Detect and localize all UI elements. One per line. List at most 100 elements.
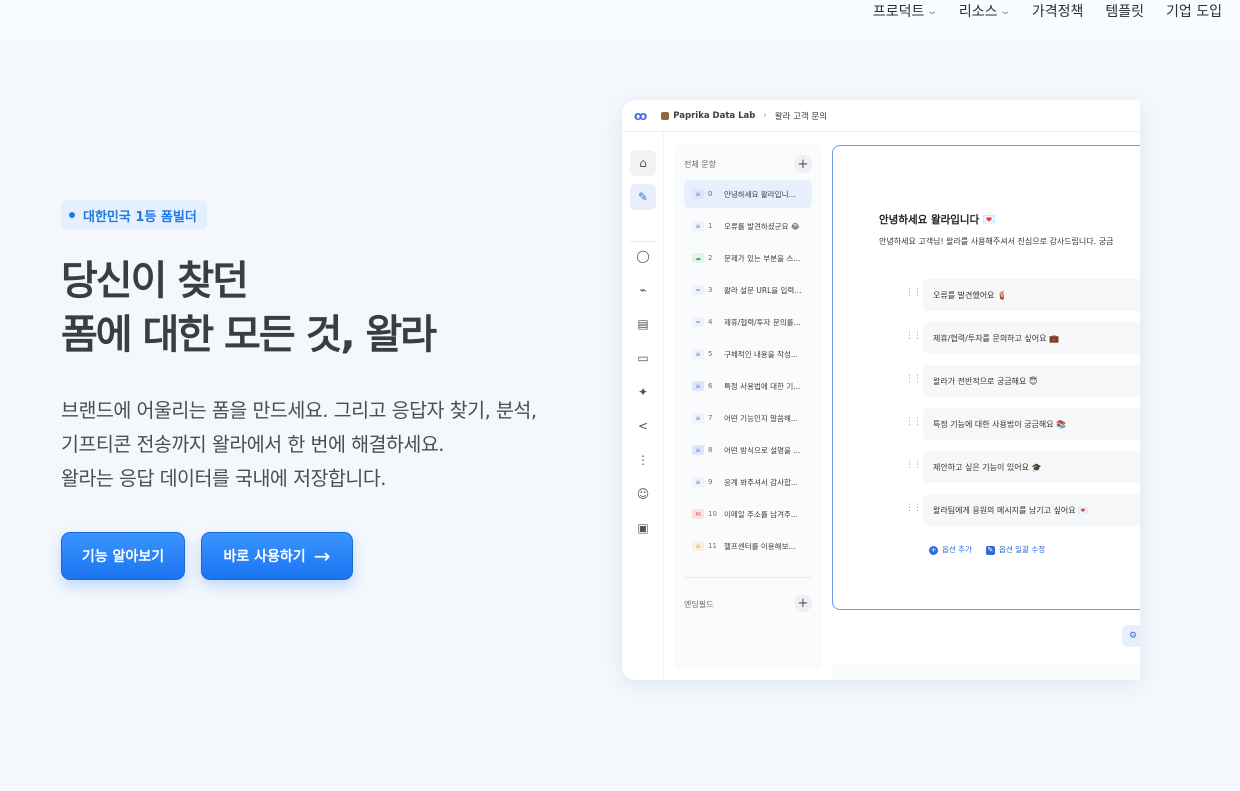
- question-number: 6: [708, 382, 713, 390]
- question-list-item[interactable]: ≡ 8 어떤 방식으로 설명을 ...: [684, 436, 812, 464]
- app-preview: ꝏ Paprika Data Lab › 왈라 고객 문의 ⌂ ✎ ◯ ⌁ ▤ …: [622, 100, 1140, 680]
- add-option-button[interactable]: + 옵션 추가: [929, 544, 972, 555]
- learn-features-button[interactable]: 기능 알아보기: [61, 532, 185, 580]
- question-list-item[interactable]: ☁ 2 문제가 있는 부분을 스...: [684, 244, 812, 272]
- question-type-icon: ≡: [692, 413, 704, 423]
- doc-icon[interactable]: ▤: [630, 311, 656, 337]
- question-label: 이메일 주소를 남겨주...: [724, 509, 799, 519]
- settings-icon[interactable]: ⚙: [1122, 625, 1140, 647]
- question-list-panel: 전체 문항 + ≡ 0 안녕하세요 왈라입니... ≡ 1 오류를 발견하셨군요 😂 ☁ 2 문…: [674, 143, 822, 669]
- question-label: 응계 봐주셔서 감사합...: [724, 477, 799, 487]
- flow-icon[interactable]: ⋮: [630, 447, 656, 473]
- sidebar-divider: [630, 241, 656, 242]
- question-list-item[interactable]: ═ 3 왈라 설문 URL을 입력...: [684, 276, 812, 304]
- drag-handle-icon[interactable]: ⋮⋮: [905, 460, 922, 470]
- question-label: 특정 사용법에 대한 기...: [724, 381, 801, 391]
- question-number: 5: [708, 350, 713, 358]
- add-option-label: 옵션 추가: [942, 545, 972, 554]
- add-question-button[interactable]: +: [794, 155, 812, 173]
- question-number: 2: [708, 254, 713, 262]
- question-label: 문제가 있는 부분을 스...: [724, 253, 801, 263]
- question-label: 구체적인 내용을 작성...: [724, 349, 799, 359]
- answer-option[interactable]: 제안하고 싶은 기능이 있어요 🎓: [923, 451, 1140, 483]
- breadcrumb-separator: ›: [763, 110, 767, 121]
- question-number: 9: [708, 478, 713, 486]
- app-sidebar: ⌂ ✎ ◯ ⌁ ▤ ▭ ✦ < ⋮ ☺ ▣: [622, 133, 664, 680]
- donut-icon[interactable]: ◯: [630, 243, 656, 269]
- nav-item-templates[interactable]: 템플릿: [1105, 1, 1144, 21]
- add-ending-button[interactable]: +: [794, 594, 812, 612]
- drag-handle-icon[interactable]: ⋮⋮: [905, 503, 922, 513]
- question-type-icon: ≡: [692, 541, 704, 551]
- people-icon[interactable]: ☺: [630, 481, 656, 507]
- home-icon[interactable]: ⌂: [630, 150, 656, 176]
- start-now-button[interactable]: 바로 사용하기 →: [201, 532, 353, 580]
- nav-item-pricing[interactable]: 가격정책: [1032, 1, 1084, 21]
- nav-item-label: 템플릿: [1105, 4, 1145, 20]
- start-now-label: 바로 사용하기: [223, 549, 306, 565]
- answer-option[interactable]: 제휴/협력/투자를 문의하고 싶어요 💼: [923, 322, 1140, 354]
- workspace-icon: [661, 111, 670, 120]
- question-type-icon: ≡: [692, 189, 704, 199]
- question-type-icon: ≡: [692, 445, 704, 455]
- trend-icon[interactable]: ⌁: [630, 277, 656, 303]
- top-nav: 프로덕트 ⌄ 리소스 ⌄ 가격정책 템플릿 기업 도입: [0, 0, 1240, 40]
- nav-item-label: 프로덕트: [872, 4, 925, 20]
- question-label: 왈라 설문 URL을 입력...: [724, 285, 802, 295]
- description-line-3: 왈라는 응답 데이터를 국내에 저장합니다.: [61, 467, 386, 490]
- question-label: 어떤 방식으로 설명을 ...: [724, 445, 801, 455]
- bulk-edit-button[interactable]: ✎ 옵션 일괄 수정: [985, 544, 1045, 555]
- question-number: 4: [708, 318, 713, 326]
- question-type-icon: ☁: [692, 253, 704, 263]
- comment-icon[interactable]: ▭: [630, 345, 656, 371]
- edit-square-icon: ✎: [985, 546, 995, 555]
- question-description[interactable]: 안녕하세요 고객님! 왈라를 사용해주셔서 진심으로 감사드립니다. 궁금: [879, 236, 1113, 247]
- drag-handle-icon[interactable]: ⋮⋮: [905, 374, 922, 384]
- nav-item-product[interactable]: 프로덕트 ⌄: [872, 1, 939, 21]
- answer-option[interactable]: 왈라가 전반적으로 궁금해요 😇: [923, 365, 1140, 397]
- question-editor[interactable]: 안녕하세요 왈라입니다 💌 안녕하세요 고객님! 왈라를 사용해주셔서 진심으로…: [832, 145, 1140, 610]
- share-icon[interactable]: <: [630, 413, 656, 439]
- next-question-card: [832, 664, 1140, 680]
- nav-item-enterprise[interactable]: 기업 도입: [1166, 1, 1222, 21]
- question-list-item[interactable]: ≡ 6 특정 사용법에 대한 기...: [684, 372, 812, 400]
- question-list-item[interactable]: ═ 4 제휴/협력/투자 문의를...: [684, 308, 812, 336]
- answer-option[interactable]: 오류를 발견했어요 🧯: [923, 279, 1140, 311]
- nav-item-resources[interactable]: 리소스 ⌄: [959, 1, 1012, 21]
- question-number: 8: [708, 446, 713, 454]
- option-actions: + 옵션 추가 ✎ 옵션 일괄 수정: [929, 544, 1045, 555]
- description-line-2: 기프티콘 전송까지 왈라에서 한 번에 해결하세요.: [61, 433, 444, 456]
- question-type-icon: ≡: [692, 477, 704, 487]
- question-type-icon: ═: [692, 317, 704, 327]
- headline-line-1: 당신이 찾던: [61, 258, 249, 304]
- answer-option[interactable]: 왈라팀에게 응원의 메시지를 남기고 싶어요 💌: [923, 494, 1140, 526]
- question-number: 10: [708, 510, 717, 518]
- question-list-item[interactable]: ≡ 7 어떤 기능인지 말씀해...: [684, 404, 812, 432]
- question-label: 헬프센터를 이용해보...: [724, 541, 796, 551]
- question-number: 3: [708, 286, 713, 294]
- question-list-item[interactable]: ≡ 0 안녕하세요 왈라입니...: [684, 180, 812, 208]
- question-list-item[interactable]: ≡ 11 헬프센터를 이용해보...: [684, 532, 812, 560]
- question-type-icon: ≡: [692, 349, 704, 359]
- chevron-down-icon: ⌄: [999, 5, 1012, 17]
- question-number: 7: [708, 414, 713, 422]
- drag-handle-icon[interactable]: ⋮⋮: [905, 417, 922, 427]
- nav-item-label: 가격정책: [1031, 4, 1084, 20]
- workspace-name: Paprika Data Lab: [673, 110, 756, 121]
- question-list-item[interactable]: ≡ 9 응계 봐주셔서 감사합...: [684, 468, 812, 496]
- edit-icon[interactable]: ✎: [630, 184, 656, 210]
- answer-option[interactable]: 특정 기능에 대한 사용법이 궁금해요 📚: [923, 408, 1140, 440]
- description-line-1: 브랜드에 어울리는 폼을 만드세요. 그리고 응답자 찾기, 분석,: [61, 399, 537, 422]
- drag-handle-icon[interactable]: ⋮⋮: [905, 288, 922, 298]
- drag-handle-icon[interactable]: ⋮⋮: [905, 331, 922, 341]
- badge-dot-icon: [69, 212, 75, 218]
- question-list-item[interactable]: ≡ 5 구체적인 내용을 작성...: [684, 340, 812, 368]
- sparkle-icon[interactable]: ✦: [630, 379, 656, 405]
- question-list-item[interactable]: ≡ 1 오류를 발견하셨군요 😂: [684, 212, 812, 240]
- question-type-icon: ≡: [692, 381, 704, 391]
- question-list-item[interactable]: ✉ 10 이메일 주소를 남겨주...: [684, 500, 812, 528]
- question-label: 안녕하세요 왈라입니...: [724, 189, 796, 199]
- question-label: 제휴/협력/투자 문의를...: [724, 317, 801, 327]
- gift-icon[interactable]: ▣: [630, 515, 656, 541]
- question-title[interactable]: 안녕하세요 왈라입니다 💌: [879, 212, 996, 227]
